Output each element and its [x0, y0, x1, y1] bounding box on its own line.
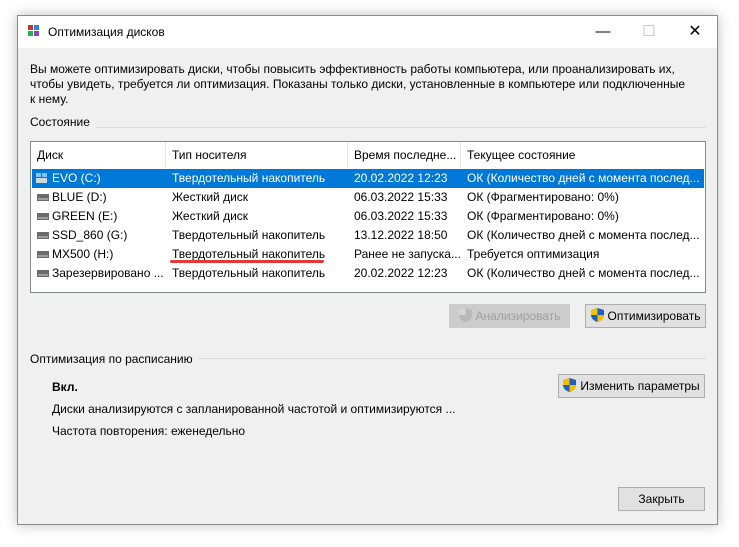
uac-shield-icon — [458, 308, 472, 323]
uac-shield-icon — [563, 378, 577, 393]
media-type: Твердотельный накопитель — [172, 266, 326, 280]
column-header-disk[interactable]: Диск — [31, 142, 166, 168]
last-run: 06.03.2022 15:33 — [354, 209, 448, 223]
title-bar[interactable]: Оптимизация дисков — ☐ ✕ — [18, 16, 717, 48]
drive-row-ssd860[interactable]: SSD_860 (G:) Твердотельный накопитель 13… — [32, 226, 704, 245]
schedule-frequency: Частота повторения: еженедельно — [52, 424, 246, 438]
media-type: Жесткий диск — [172, 209, 249, 223]
current-state: Требуется оптимизация — [467, 247, 600, 261]
drive-name: BLUE (D:) — [52, 190, 107, 204]
status-divider — [30, 127, 706, 128]
drive-name: GREEN (E:) — [52, 209, 118, 223]
last-run: Ранее не запуска... — [354, 247, 461, 261]
column-header-state[interactable]: Текущее состояние — [461, 142, 705, 168]
list-header: Диск Тип носителя Время последне... Теку… — [31, 142, 705, 168]
current-state: ОК (Количество дней с момента послед... — [467, 228, 700, 242]
analyze-button-label: Анализировать — [475, 309, 561, 323]
drives-list[interactable]: Диск Тип носителя Время последне... Теку… — [30, 141, 706, 293]
drive-row-green[interactable]: GREEN (E:) Жесткий диск 06.03.2022 15:33… — [32, 207, 704, 226]
drive-row-blue[interactable]: BLUE (D:) Жесткий диск 06.03.2022 15:33 … — [32, 188, 704, 207]
uac-shield-icon — [590, 308, 604, 323]
last-run: 06.03.2022 15:33 — [354, 190, 448, 204]
drive-row-reserved[interactable]: Зарезервировано ... Твердотельный накопи… — [32, 264, 704, 283]
column-header-last-run[interactable]: Время последне... — [348, 142, 461, 168]
optimize-button-label: Оптимизировать — [607, 309, 701, 323]
last-run: 20.02.2022 12:23 — [354, 171, 448, 185]
close-window-button[interactable]: ✕ — [672, 16, 718, 48]
maximize-button[interactable]: ☐ — [626, 16, 672, 48]
drive-name: SSD_860 (G:) — [52, 228, 128, 242]
optimize-button[interactable]: Оптимизировать — [585, 304, 706, 328]
minimize-button[interactable]: — — [580, 16, 626, 48]
optimize-drives-window: Оптимизация дисков — ☐ ✕ Вы можете оптим… — [17, 15, 718, 525]
last-run: 20.02.2022 12:23 — [354, 266, 448, 280]
window-title: Оптимизация дисков — [48, 25, 165, 39]
media-type: Жесткий диск — [172, 190, 249, 204]
media-type: Твердотельный накопитель — [172, 171, 326, 185]
description-text: Вы можете оптимизировать диски, чтобы по… — [30, 62, 686, 106]
change-settings-button-label: Изменить параметры — [580, 379, 700, 393]
analyze-button[interactable]: Анализировать — [449, 304, 570, 328]
current-state: ОК (Количество дней с момента послед... — [467, 266, 700, 280]
schedule-section-label: Оптимизация по расписанию — [30, 352, 199, 366]
schedule-status: Вкл. — [52, 380, 78, 394]
media-type: Твердотельный накопитель — [172, 228, 326, 242]
drive-name: EVO (C:) — [52, 171, 101, 185]
drive-name: MX500 (H:) — [52, 247, 114, 261]
column-header-media[interactable]: Тип носителя — [166, 142, 348, 168]
change-settings-button[interactable]: Изменить параметры — [558, 374, 705, 398]
drive-name: Зарезервировано ... — [52, 266, 164, 280]
defrag-app-icon — [28, 25, 39, 36]
schedule-description: Диски анализируются с запланированной ча… — [52, 402, 456, 416]
drive-row-mx500[interactable]: MX500 (H:) Твердотельный накопитель Ране… — [32, 245, 704, 264]
red-annotation-underline — [170, 260, 324, 263]
close-button[interactable]: Закрыть — [618, 487, 705, 511]
drive-row-evo[interactable]: EVO (C:) Твердотельный накопитель 20.02.… — [32, 169, 704, 188]
current-state: ОК (Количество дней с момента послед... — [467, 171, 700, 185]
current-state: ОК (Фрагментировано: 0%) — [467, 209, 619, 223]
current-state: ОК (Фрагментировано: 0%) — [467, 190, 619, 204]
last-run: 13.12.2022 18:50 — [354, 228, 448, 242]
status-section-label: Состояние — [30, 115, 96, 129]
